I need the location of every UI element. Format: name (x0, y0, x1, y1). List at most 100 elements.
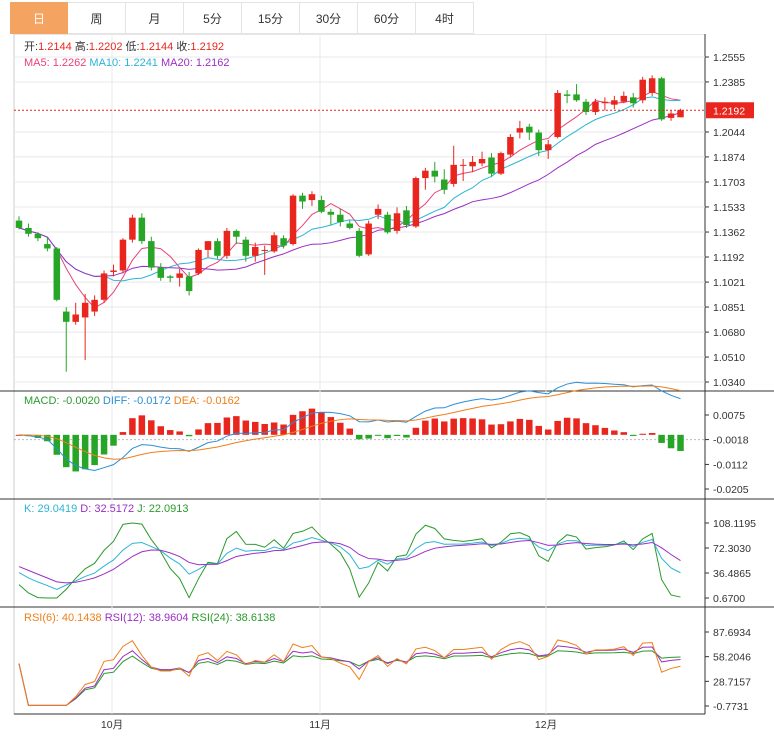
kline-chart[interactable]: 10月 11月 12月 1.2555 1.2385 1.2044 1.1874 1.1703 1… (0, 34, 774, 756)
candle-body (72, 314, 79, 322)
candle-body (611, 100, 618, 105)
macd-histogram-bar (648, 432, 656, 435)
macd-histogram-bar (138, 415, 146, 435)
macd-histogram-bar (488, 424, 495, 435)
macd-histogram-bar (261, 424, 268, 435)
candle-body (138, 217, 146, 242)
tab-60min[interactable]: 60分 (358, 2, 416, 34)
tab-week[interactable]: 周 (68, 2, 126, 34)
macd-histogram-bar (620, 432, 628, 435)
candle-body (601, 101, 609, 104)
price-tick-label: 1.1874 (713, 152, 745, 164)
rsi24-line (18, 650, 681, 706)
macd-tick-label: -0.0018 (713, 435, 749, 447)
candle-body (327, 211, 335, 215)
price-tick-label: 1.0680 (713, 327, 745, 339)
kdj-tick-label: 0.6700 (713, 593, 745, 605)
candle-body (110, 270, 117, 272)
candle-body (393, 213, 401, 231)
candle-body (658, 78, 665, 120)
macd-histogram-bar (507, 421, 514, 435)
candle-body (25, 227, 32, 234)
macd-histogram-bar (573, 418, 580, 435)
candle-body (365, 223, 372, 255)
macd-histogram-bar (270, 422, 278, 435)
macd-histogram-bar (592, 425, 599, 435)
x-tick-label: 10月 (101, 719, 123, 731)
ma-legend-item: MA10: 1.2241 (86, 57, 158, 69)
candle-body (337, 214, 344, 223)
kdj-tick-label: 36.4865 (713, 568, 751, 580)
rsi-legend: RSI(6): 40.1438 RSI(12): 38.9604 RSI(24)… (24, 612, 275, 624)
tab-5min[interactable]: 5分 (184, 2, 242, 34)
price-tick-label: 1.1362 (713, 227, 745, 239)
price-tick-label: 1.1192 (713, 252, 744, 264)
candle-body (639, 79, 646, 101)
macd-histogram-bar (403, 434, 410, 438)
macd-histogram-bar (497, 424, 505, 435)
candle-body (441, 179, 448, 190)
macd-histogram-bar (516, 418, 524, 435)
candle-body (422, 170, 429, 179)
ma-legend: MA5: 1.2262 MA10: 1.2241 MA20: 1.2162 (24, 57, 230, 69)
candle-body (403, 210, 410, 226)
tab-4hour[interactable]: 4时 (416, 2, 474, 34)
ohlc-value: 1.2192 (190, 41, 224, 53)
rsi-tick-label: 87.6934 (713, 627, 751, 639)
macd-histogram-bar (601, 427, 609, 435)
j-line (18, 522, 681, 599)
price-tick-label: 1.1021 (713, 277, 745, 289)
macd-histogram-bar (214, 422, 221, 435)
candle-body (431, 170, 439, 177)
price-tick-label: 1.2044 (713, 127, 745, 139)
ohlc-legend: 开:1.2144 高:1.2202 低:1.2144 收:1.2192 (24, 39, 224, 53)
rsi6-line (18, 639, 681, 706)
price-tick-label: 1.1533 (713, 202, 745, 214)
candle-body (469, 161, 476, 167)
period-tabs: 日 周 月 5分 15分 30分 60分 4时 (10, 2, 474, 34)
macd-histogram-bar (384, 434, 391, 439)
macd-histogram-bar (195, 429, 202, 435)
candle-body (214, 241, 221, 256)
macd-histogram-bar (431, 418, 439, 435)
candle-body (129, 217, 136, 240)
candle-body (318, 200, 325, 212)
tab-day[interactable]: 日 (10, 2, 68, 34)
macd-histogram-bar (630, 434, 637, 436)
rsi12-line (18, 645, 681, 706)
tab-month[interactable]: 月 (126, 2, 184, 34)
macd-histogram-bar (469, 418, 476, 435)
macd-histogram-bar (223, 417, 231, 435)
price-tick-label: 1.1703 (713, 177, 745, 189)
macd-histogram-bar (176, 431, 183, 435)
candle-body (563, 94, 571, 96)
ma5-line (18, 90, 681, 309)
candle-body (355, 230, 363, 256)
macd-histogram-bar (582, 423, 590, 435)
ohlc-label: 低: (123, 40, 140, 53)
ma10-line (18, 96, 681, 282)
macd-histogram-bar (365, 434, 372, 439)
kdj-tick-label: 72.3030 (713, 543, 751, 555)
rsi-tick-label: -0.7731 (713, 701, 749, 713)
macd-histogram-bar (337, 422, 344, 435)
macd-histogram-bar (450, 418, 457, 435)
candle-body (204, 241, 212, 250)
ohlc-value: 1.2144 (38, 41, 72, 53)
kdj-legend-item: K: 29.0419 (24, 503, 77, 515)
tab-15min[interactable]: 15分 (242, 2, 300, 34)
candle-body (384, 214, 391, 233)
candle-body (100, 273, 108, 300)
ma-legend-item: MA5: 1.2262 (24, 57, 86, 69)
candle-body (34, 233, 42, 239)
ohlc-value: 1.2144 (140, 41, 174, 53)
macd-tick-label: -0.0112 (713, 459, 748, 471)
rsi-legend-item: RSI(24): 38.6138 (189, 612, 276, 624)
macd-histogram-bar (63, 434, 70, 468)
macd-histogram-bar (185, 434, 193, 437)
macd-histogram-bar (129, 418, 136, 435)
candle-body (478, 158, 486, 164)
tab-30min[interactable]: 30分 (300, 2, 358, 34)
price-tick-label: 1.2385 (713, 77, 745, 89)
candle-body (488, 157, 495, 174)
